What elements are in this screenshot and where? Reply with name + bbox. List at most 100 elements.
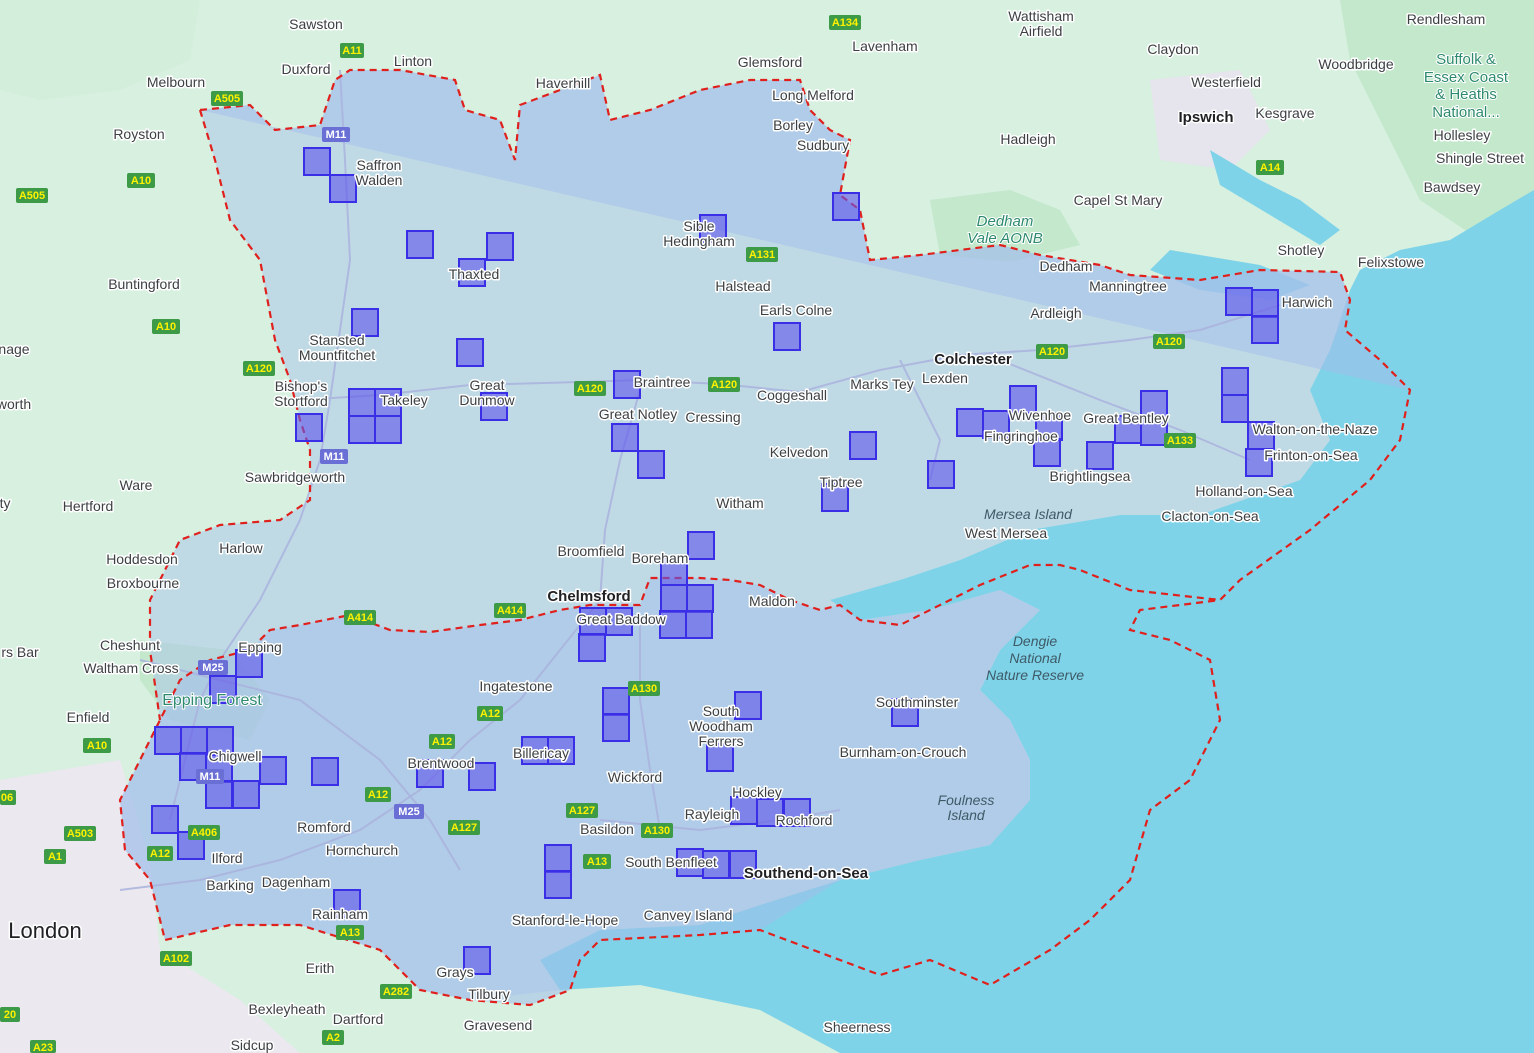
svg-text:Boreham: Boreham	[632, 550, 689, 566]
svg-text:Burnham-on-Crouch: Burnham-on-Crouch	[840, 744, 967, 760]
map-canvas[interactable]: A134 A11 A505 M11 A10 A505 A14 A131 A10 …	[0, 0, 1534, 1053]
road-shield-a120-bt2: A120	[708, 377, 740, 392]
svg-text:Stanford-le-Hope: Stanford-le-Hope	[512, 912, 619, 928]
svg-text:M25: M25	[398, 806, 419, 818]
svg-text:Basildon: Basildon	[580, 821, 634, 837]
svg-text:West Mersea: West Mersea	[965, 525, 1047, 541]
road-shield-a120-bt: A120	[574, 381, 606, 396]
svg-text:A12: A12	[432, 736, 452, 748]
road-shield-a503: A503	[64, 826, 96, 841]
road-shield-a1: A1	[44, 849, 66, 864]
svg-text:Essex Coast: Essex Coast	[1424, 69, 1509, 86]
svg-text:A127: A127	[451, 822, 477, 834]
svg-text:M11: M11	[200, 771, 221, 783]
svg-text:Ilford: Ilford	[211, 850, 242, 866]
road-shield-m25-epping: M25	[198, 660, 228, 675]
svg-text:A406: A406	[191, 827, 217, 839]
svg-text:A120: A120	[711, 379, 737, 391]
svg-text:Airfield: Airfield	[1020, 23, 1063, 39]
svg-text:A131: A131	[749, 249, 775, 261]
svg-text:Duxford: Duxford	[281, 61, 330, 77]
road-shield-a13-e: A13	[583, 854, 611, 869]
svg-text:Dengie: Dengie	[1013, 633, 1058, 649]
svg-text:ty: ty	[0, 495, 10, 511]
svg-text:Mersea Island: Mersea Island	[984, 506, 1073, 522]
svg-text:Mountfitchet: Mountfitchet	[299, 347, 375, 363]
road-shield-a127-bas: A127	[566, 803, 598, 818]
svg-text:Capel St Mary: Capel St Mary	[1074, 192, 1163, 208]
svg-text:A120: A120	[1039, 346, 1065, 358]
svg-text:M11: M11	[326, 129, 347, 141]
svg-text:Hertford: Hertford	[63, 498, 114, 514]
road-shield-a12-ing: A12	[477, 706, 503, 721]
road-shield-a120-east: A120	[1153, 334, 1185, 349]
road-shield-a11: A11	[340, 43, 364, 58]
road-shield-a505-top: A505	[211, 91, 243, 106]
road-shield-a13-w: A13	[336, 925, 364, 940]
svg-text:A120: A120	[577, 383, 603, 395]
svg-text:Hoddesdon: Hoddesdon	[106, 551, 178, 567]
svg-text:Great Baddow: Great Baddow	[576, 611, 666, 627]
svg-text:Gravesend: Gravesend	[464, 1017, 532, 1033]
svg-text:A10: A10	[87, 740, 107, 752]
svg-text:Erith: Erith	[306, 960, 335, 976]
svg-text:Halstead: Halstead	[715, 278, 770, 294]
svg-text:Royston: Royston	[113, 126, 164, 142]
svg-text:Tilbury: Tilbury	[468, 986, 510, 1002]
road-shield-a23: A23	[30, 1040, 56, 1053]
svg-text:Dagenham: Dagenham	[262, 874, 331, 890]
svg-text:Saffron: Saffron	[357, 157, 402, 173]
svg-text:Stortford: Stortford	[274, 393, 328, 409]
svg-text:Long Melford: Long Melford	[772, 87, 854, 103]
road-shield-a12-brent: A12	[429, 734, 455, 749]
svg-text:Melbourn: Melbourn	[147, 74, 205, 90]
svg-text:A133: A133	[1167, 435, 1193, 447]
svg-text:Hadleigh: Hadleigh	[1000, 131, 1055, 147]
svg-text:Southend-on-Sea: Southend-on-Sea	[744, 865, 869, 882]
svg-text:Harlow: Harlow	[219, 540, 263, 556]
svg-text:A130: A130	[644, 825, 670, 837]
road-shield-a12-rom: A12	[365, 787, 391, 802]
svg-text:Earls Colne: Earls Colne	[760, 302, 833, 318]
svg-text:Billericay: Billericay	[513, 745, 569, 761]
svg-text:South: South	[703, 703, 740, 719]
svg-text:20: 20	[4, 1009, 16, 1021]
svg-text:Haverhill: Haverhill	[536, 75, 590, 91]
svg-text:Glemsford: Glemsford	[738, 54, 803, 70]
svg-text:M11: M11	[324, 451, 345, 463]
svg-text:Clacton-on-Sea: Clacton-on-Sea	[1161, 508, 1258, 524]
svg-text:A505: A505	[19, 190, 45, 202]
svg-text:Waltham Cross: Waltham Cross	[83, 660, 178, 676]
svg-text:Cressing: Cressing	[685, 409, 740, 425]
svg-text:Fingringhoe: Fingringhoe	[984, 428, 1058, 444]
svg-text:Manningtree: Manningtree	[1089, 278, 1167, 294]
svg-text:A120: A120	[1156, 336, 1182, 348]
road-shield-m25-brent: M25	[394, 804, 424, 819]
svg-text:A12: A12	[150, 848, 170, 860]
svg-text:A23: A23	[33, 1042, 53, 1053]
svg-text:A14: A14	[1260, 162, 1281, 174]
svg-text:A2: A2	[326, 1032, 340, 1044]
svg-text:A503: A503	[67, 828, 93, 840]
svg-text:M25: M25	[202, 662, 223, 674]
svg-text:Chelmsford: Chelmsford	[547, 588, 630, 605]
svg-text:Rayleigh: Rayleigh	[685, 806, 739, 822]
svg-text:Suffolk &: Suffolk &	[1436, 51, 1496, 68]
road-shield-m11-chig: M11	[196, 769, 224, 784]
svg-text:Rendlesham: Rendlesham	[1407, 11, 1486, 27]
svg-text:Takeley: Takeley	[380, 392, 427, 408]
svg-text:Great Notley: Great Notley	[599, 406, 678, 422]
road-shield-a130-s: A130	[641, 823, 673, 838]
svg-text:Vale AONB: Vale AONB	[967, 230, 1043, 247]
svg-text:Frinton-on-Sea: Frinton-on-Sea	[1264, 447, 1358, 463]
svg-text:rs Bar: rs Bar	[1, 644, 39, 660]
svg-text:Coggeshall: Coggeshall	[757, 387, 827, 403]
svg-text:A130: A130	[631, 683, 657, 695]
svg-text:Ingatestone: Ingatestone	[479, 678, 552, 694]
svg-text:Dartford: Dartford	[333, 1011, 384, 1027]
svg-text:Sible: Sible	[683, 218, 714, 234]
svg-text:South Benfleet: South Benfleet	[625, 854, 717, 870]
svg-text:Hornchurch: Hornchurch	[326, 842, 398, 858]
svg-text:Lavenham: Lavenham	[852, 38, 917, 54]
svg-text:Borley: Borley	[773, 117, 813, 133]
